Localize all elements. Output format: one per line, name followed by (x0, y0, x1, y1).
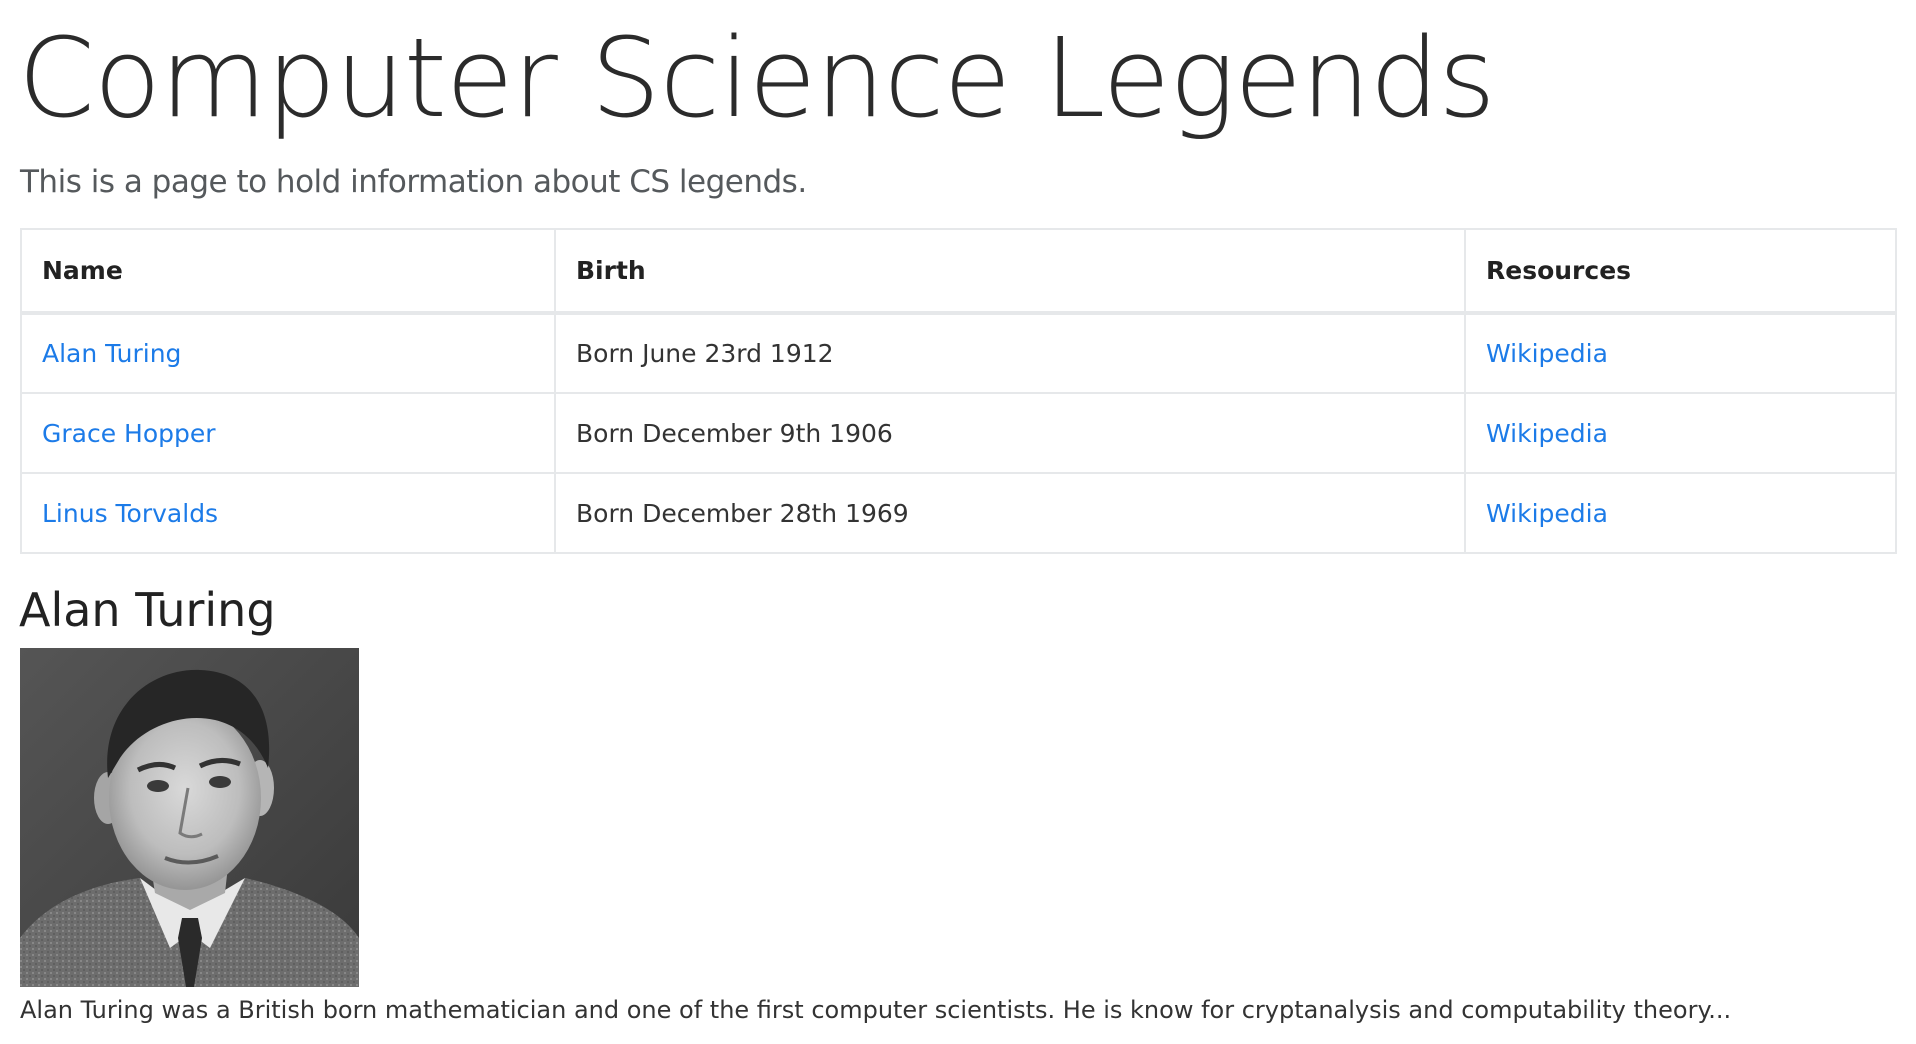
legend-name-link[interactable]: Grace Hopper (42, 419, 216, 448)
resource-cell: Wikipedia (1464, 312, 1897, 394)
resource-cell: Wikipedia (1464, 392, 1897, 474)
table-body: Alan Turing Born June 23rd 1912 Wikipedi… (20, 312, 1897, 554)
name-cell: Linus Torvalds (20, 472, 556, 554)
column-header-resources: Resources (1464, 228, 1897, 315)
table-header: Name Birth Resources (20, 228, 1897, 315)
legends-table: Name Birth Resources Alan Turing Born Ju… (20, 228, 1897, 554)
birth-cell: Born December 9th 1906 (554, 392, 1466, 474)
wikipedia-link[interactable]: Wikipedia (1486, 419, 1608, 448)
table-header-row: Name Birth Resources (20, 228, 1897, 315)
resource-cell: Wikipedia (1464, 472, 1897, 554)
detail-heading: Alan Turing (19, 583, 276, 637)
page-container: Computer Science Legends This is a page … (18, 0, 1897, 1025)
table-row: Grace Hopper Born December 9th 1906 Wiki… (20, 392, 1897, 474)
page-title: Computer Science Legends (18, 14, 1496, 142)
detail-bio: Alan Turing was a British born mathemati… (20, 996, 1732, 1024)
wikipedia-link[interactable]: Wikipedia (1486, 339, 1608, 368)
column-header-name: Name (20, 228, 556, 315)
name-cell: Alan Turing (20, 312, 556, 394)
legend-name-link[interactable]: Alan Turing (42, 339, 181, 368)
page-lead: This is a page to hold information about… (20, 164, 807, 200)
wikipedia-link[interactable]: Wikipedia (1486, 499, 1608, 528)
table-row: Linus Torvalds Born December 28th 1969 W… (20, 472, 1897, 554)
portrait-image (20, 648, 359, 987)
legend-name-link[interactable]: Linus Torvalds (42, 499, 218, 528)
table-row: Alan Turing Born June 23rd 1912 Wikipedi… (20, 312, 1897, 394)
name-cell: Grace Hopper (20, 392, 556, 474)
birth-cell: Born December 28th 1969 (554, 472, 1466, 554)
column-header-birth: Birth (554, 228, 1466, 315)
birth-cell: Born June 23rd 1912 (554, 312, 1466, 394)
